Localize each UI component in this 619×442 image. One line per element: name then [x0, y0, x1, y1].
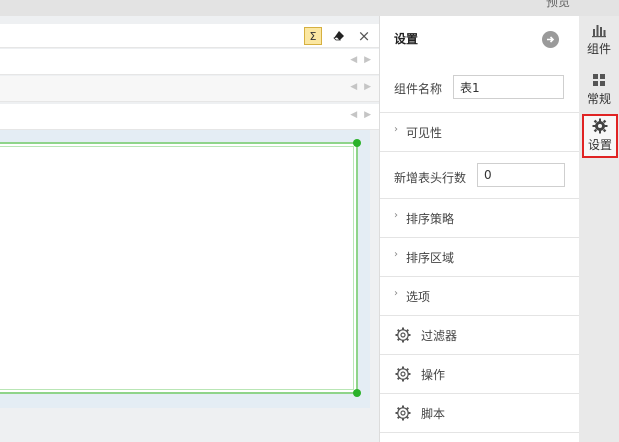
chevron-right-icon: ›	[394, 249, 398, 260]
scroll-arrows-icon[interactable]: ◀ ▶	[350, 110, 373, 120]
resize-handle-top-right[interactable]	[353, 139, 361, 147]
options-row[interactable]: › 选项	[380, 276, 579, 315]
arrow-right-circle-icon[interactable]	[542, 31, 559, 48]
sort-region-label: 排序区域	[406, 251, 455, 265]
tab-components-label: 组件	[586, 42, 611, 56]
panel-title: 设置	[394, 32, 419, 46]
design-canvas	[0, 130, 370, 408]
editor-toolbar: Σ ×	[0, 24, 379, 48]
visibility-row[interactable]: › 可见性	[380, 112, 579, 151]
tab-settings[interactable]: 设置	[582, 114, 618, 158]
component-name-row: 组件名称	[380, 62, 579, 112]
preview-text[interactable]: 预览	[546, 0, 570, 10]
grid-icon	[593, 74, 605, 86]
tab-settings-label: 设置	[587, 138, 612, 152]
chevron-right-icon: ›	[394, 288, 398, 299]
chevron-right-icon: ›	[394, 124, 398, 135]
panel-header: 设置	[380, 16, 579, 62]
eraser-icon-svg	[333, 31, 344, 41]
header-rows-row: 新增表头行数	[380, 151, 579, 198]
table-widget-inner-border	[0, 146, 354, 390]
gear-icon	[395, 366, 411, 382]
gear-icon	[395, 405, 411, 421]
bar-chart-icon	[592, 25, 606, 38]
property-row: ◀ ▶	[0, 104, 379, 130]
options-label: 选项	[406, 290, 431, 304]
sort-region-row[interactable]: › 排序区域	[380, 237, 579, 276]
property-row: ◀ ▶	[0, 49, 379, 75]
tab-components[interactable]: 组件	[579, 18, 619, 62]
top-bar: 预览	[0, 0, 619, 16]
header-rows-label: 新增表头行数	[394, 171, 467, 185]
tab-general[interactable]: 常规	[579, 68, 619, 112]
panel-bottom-divider	[380, 432, 579, 442]
sort-strategy-row[interactable]: › 排序策略	[380, 198, 579, 237]
side-tab-bar: 组件 常规 设置	[579, 16, 619, 442]
scroll-arrows-icon[interactable]: ◀ ▶	[350, 82, 373, 92]
scroll-arrows-icon[interactable]: ◀ ▶	[350, 55, 373, 65]
visibility-label: 可见性	[406, 126, 443, 140]
script-label: 脚本	[421, 407, 446, 421]
tab-general-label: 常规	[586, 92, 611, 106]
resize-handle-bottom-right[interactable]	[353, 389, 361, 397]
close-icon[interactable]: ×	[355, 27, 373, 45]
operation-row[interactable]: 操作	[380, 354, 579, 393]
operation-label: 操作	[421, 368, 446, 382]
arrow-right-svg	[547, 36, 555, 43]
chevron-right-icon: ›	[394, 210, 398, 221]
settings-panel: 设置 组件名称 › 可见性 新增表头行数 › 排序策略 › 排序区域 › 选项	[379, 16, 579, 442]
eraser-icon[interactable]	[330, 27, 348, 45]
script-row[interactable]: 脚本	[380, 393, 579, 432]
filter-label: 过滤器	[421, 329, 458, 343]
editor-area: Σ × ◀ ▶ ◀ ▶ ◀ ▶	[0, 16, 379, 442]
table-widget-selected[interactable]	[0, 139, 361, 397]
filter-row[interactable]: 过滤器	[380, 315, 579, 354]
gear-icon	[395, 327, 411, 343]
property-row: ◀ ▶	[0, 76, 379, 102]
component-name-input[interactable]	[453, 75, 564, 99]
gear-icon	[592, 118, 608, 134]
header-rows-input[interactable]	[477, 163, 565, 187]
sum-icon[interactable]: Σ	[304, 27, 322, 45]
component-name-label: 组件名称	[394, 82, 443, 96]
sort-strategy-label: 排序策略	[406, 212, 455, 226]
